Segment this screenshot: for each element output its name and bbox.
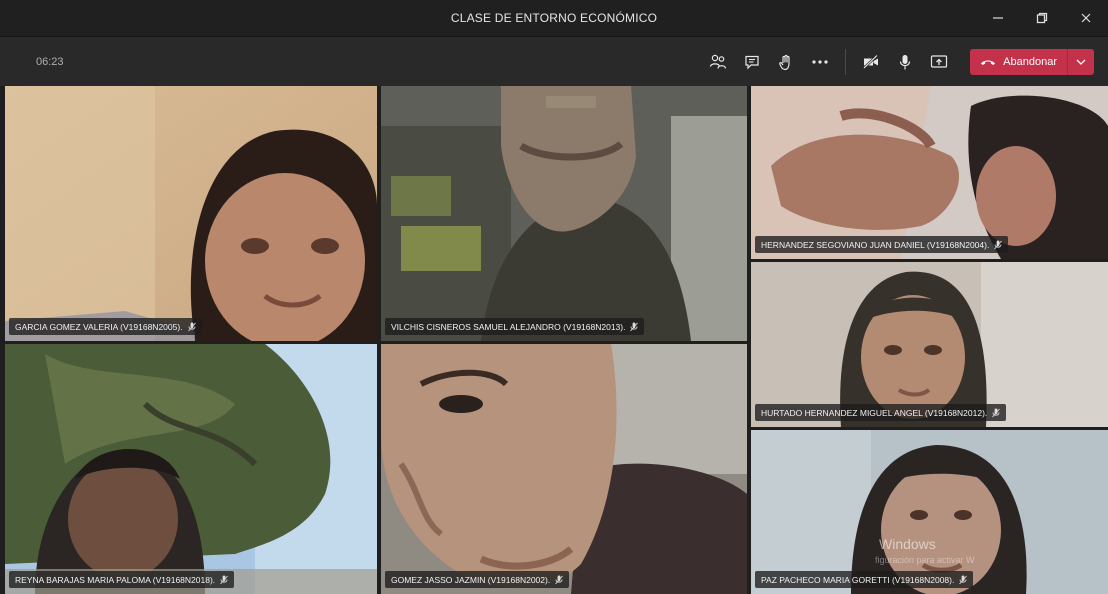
participant-video [751, 262, 1108, 427]
participant-video [5, 344, 377, 594]
close-button[interactable] [1064, 0, 1108, 36]
chat-icon [745, 55, 759, 70]
participant-name: VILCHIS CISNEROS SAMUEL ALEJANDRO (V1916… [391, 321, 626, 332]
minimize-icon [993, 17, 1003, 19]
participant-video-tile[interactable]: GARCIA GOMEZ VALERIA (V19168N2005). [5, 86, 377, 341]
participant-video [5, 86, 377, 341]
participant-name: GOMEZ JASSO JAZMIN (V19168N2002). [391, 574, 551, 585]
participant-name-label: VILCHIS CISNEROS SAMUEL ALEJANDRO (V1916… [385, 318, 645, 335]
participant-video-tile[interactable]: REYNA BARAJAS MARIA PALOMA (V19168N2018)… [5, 344, 377, 594]
participant-video-tile[interactable]: VILCHIS CISNEROS SAMUEL ALEJANDRO (V1916… [381, 86, 747, 341]
leave-main[interactable]: Abandonar [970, 49, 1067, 75]
toolbar-divider [845, 49, 847, 75]
microphone-icon [900, 54, 911, 69]
participant-name: PAZ PACHECO MARIA GORETTI (V19168N2008). [761, 574, 955, 585]
leave-label: Abandonar [1003, 56, 1057, 68]
participant-video [381, 344, 747, 594]
hang-up-icon [981, 60, 996, 65]
window-controls [976, 0, 1108, 36]
share-screen-button[interactable] [922, 47, 956, 77]
participant-name-label: REYNA BARAJAS MARIA PALOMA (V19168N2018)… [9, 571, 235, 588]
participant-name: REYNA BARAJAS MARIA PALOMA (V19168N2018)… [15, 574, 216, 585]
video-grid: GARCIA GOMEZ VALERIA (V19168N2005). VILC… [5, 86, 1108, 594]
mic-off-icon [220, 575, 228, 584]
more-options-icon [812, 60, 828, 64]
camera-off-icon [863, 54, 879, 69]
participant-name-label: HURTADO HERNANDEZ MIGUEL ANGEL (V19168N2… [755, 404, 1007, 421]
close-icon [1081, 13, 1091, 23]
participant-video-tile[interactable]: HERNANDEZ SEGOVIANO JUAN DANIEL (V19168N… [751, 86, 1108, 259]
participant-name: HURTADO HERNANDEZ MIGUEL ANGEL (V19168N2… [761, 407, 988, 418]
mic-off-icon [994, 240, 1003, 249]
participant-name-label: PAZ PACHECO MARIA GORETTI (V19168N2008). [755, 571, 974, 588]
participant-video-tile[interactable]: Windows figuración para activar W PAZ PA… [751, 430, 1108, 594]
mic-off-icon [555, 575, 564, 584]
participant-video [751, 430, 1108, 594]
leave-button[interactable]: Abandonar [970, 49, 1094, 75]
participant-video-tile[interactable]: HURTADO HERNANDEZ MIGUEL ANGEL (V19168N2… [751, 262, 1108, 427]
participants-icon [710, 54, 727, 69]
participant-name-label: HERNANDEZ SEGOVIANO JUAN DANIEL (V19168N… [755, 236, 1009, 253]
mic-off-icon [992, 408, 1001, 417]
share-screen-icon [931, 55, 948, 68]
leave-options-dropdown[interactable] [1067, 49, 1094, 75]
meeting-toolbar: 06:23 Abandonar [0, 36, 1108, 86]
more-actions-button[interactable] [803, 47, 837, 77]
mic-off-icon [630, 322, 639, 331]
participant-name: GARCIA GOMEZ VALERIA (V19168N2005). [15, 321, 183, 332]
raise-hand-button[interactable] [769, 47, 803, 77]
window-title: CLASE DE ENTORNO ECONÓMICO [450, 11, 658, 25]
participant-name: HERNANDEZ SEGOVIANO JUAN DANIEL (V19168N… [761, 239, 990, 250]
show-chat-button[interactable] [735, 47, 769, 77]
show-participants-button[interactable] [701, 47, 735, 77]
participant-video [751, 86, 1108, 259]
restore-icon [1036, 12, 1048, 24]
microphone-toggle-button[interactable] [888, 47, 922, 77]
title-bar: CLASE DE ENTORNO ECONÓMICO [0, 0, 1108, 36]
call-timer: 06:23 [36, 56, 64, 68]
chevron-down-icon [1076, 59, 1086, 65]
windows-activation-watermark: Windows [879, 536, 936, 552]
mic-off-icon [959, 575, 968, 584]
minimize-button[interactable] [976, 0, 1020, 36]
meeting-controls: Abandonar [701, 37, 1094, 87]
participant-video-tile[interactable]: GOMEZ JASSO JAZMIN (V19168N2002). [381, 344, 747, 594]
camera-toggle-button[interactable] [854, 47, 888, 77]
participant-name-label: GOMEZ JASSO JAZMIN (V19168N2002). [385, 571, 570, 588]
mic-off-icon [187, 322, 196, 331]
raise-hand-icon [779, 54, 790, 70]
windows-activation-subtext: figuración para activar W [875, 555, 975, 565]
maximize-button[interactable] [1020, 0, 1064, 36]
participant-name-label: GARCIA GOMEZ VALERIA (V19168N2005). [9, 318, 202, 335]
participant-video [381, 86, 747, 341]
